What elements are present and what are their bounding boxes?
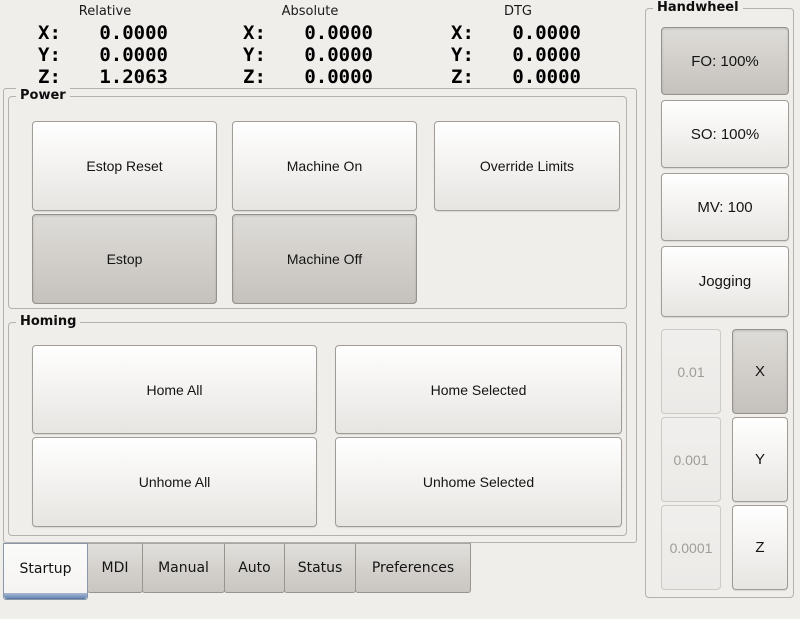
axis-z-button[interactable]: Z (732, 505, 788, 590)
machine-off-button[interactable]: Machine Off (232, 214, 417, 304)
tab-label: Preferences (372, 560, 454, 576)
dro-relative-z: Z: 1.2063 (30, 66, 180, 88)
unhome-all-button[interactable]: Unhome All (32, 437, 317, 527)
handwheel-group: Handwheel FO: 100% SO: 100% MV: 100 Jogg… (645, 8, 794, 598)
axis-value: 1.2063 (99, 66, 168, 88)
axis-label: Y: (38, 44, 61, 66)
cnc-control-window: Relative X: 0.0000 Y: 0.0000 Z: 1.2063 A… (0, 0, 800, 619)
notebook-tabbar: Startup MDI Manual Auto Status Preferenc… (3, 543, 471, 600)
estop-button[interactable]: Estop (32, 214, 217, 304)
dro-header-relative: Relative (30, 4, 180, 20)
power-group: Power Estop Reset Machine On Override Li… (8, 96, 627, 309)
tab-manual[interactable]: Manual (142, 543, 225, 593)
feed-override-button[interactable]: FO: 100% (661, 27, 789, 95)
tab-auto[interactable]: Auto (224, 543, 285, 593)
axis-label: X: (451, 22, 474, 44)
max-velocity-button[interactable]: MV: 100 (661, 173, 789, 241)
axis-value: 0.0000 (512, 44, 581, 66)
axis-label: X: (243, 22, 266, 44)
axis-value: 0.0000 (99, 44, 168, 66)
dro-dtg-x: X: 0.0000 (443, 22, 593, 44)
dro-absolute-y: Y: 0.0000 (235, 44, 385, 66)
axis-label: Y: (451, 44, 474, 66)
dro-column-absolute: Absolute X: 0.0000 Y: 0.0000 Z: 0.0000 (235, 4, 385, 88)
axis-value: 0.0000 (512, 66, 581, 88)
dro-dtg-y: Y: 0.0000 (443, 44, 593, 66)
tab-preferences[interactable]: Preferences (355, 543, 471, 593)
increment-0-001-button[interactable]: 0.001 (661, 417, 721, 502)
dro-absolute-x: X: 0.0000 (235, 22, 385, 44)
tab-label: Status (298, 560, 343, 576)
power-group-label: Power (16, 88, 70, 104)
axis-value: 0.0000 (99, 22, 168, 44)
axis-y-button[interactable]: Y (732, 417, 788, 502)
jogging-button[interactable]: Jogging (661, 246, 789, 317)
axis-label: Z: (451, 66, 474, 88)
tab-label: Startup (20, 561, 72, 577)
axis-value: 0.0000 (512, 22, 581, 44)
increment-0-01-button[interactable]: 0.01 (661, 329, 721, 414)
machine-on-button[interactable]: Machine On (232, 121, 417, 211)
axis-label: X: (38, 22, 61, 44)
dro-dtg-z: Z: 0.0000 (443, 66, 593, 88)
dro-header-absolute: Absolute (235, 4, 385, 20)
axis-value: 0.0000 (304, 22, 373, 44)
axis-label: Z: (38, 66, 61, 88)
dro-column-dtg: DTG X: 0.0000 Y: 0.0000 Z: 0.0000 (443, 4, 593, 88)
dro-absolute-z: Z: 0.0000 (235, 66, 385, 88)
tab-label: Manual (158, 560, 209, 576)
axis-label: Y: (243, 44, 266, 66)
homing-group: Homing Home All Home Selected Unhome All… (8, 322, 627, 536)
tab-mdi[interactable]: MDI (87, 543, 143, 593)
axis-label: Z: (243, 66, 266, 88)
tab-startup[interactable]: Startup (3, 543, 88, 600)
dro-header-dtg: DTG (443, 4, 593, 20)
tab-status[interactable]: Status (284, 543, 356, 593)
dro-relative-y: Y: 0.0000 (30, 44, 180, 66)
handwheel-group-label: Handwheel (653, 0, 743, 16)
homing-group-label: Homing (16, 314, 80, 330)
axis-x-button[interactable]: X (732, 329, 788, 414)
spindle-override-button[interactable]: SO: 100% (661, 100, 789, 168)
unhome-selected-button[interactable]: Unhome Selected (335, 437, 622, 527)
tab-label: Auto (238, 560, 271, 576)
increment-0-0001-button[interactable]: 0.0001 (661, 505, 721, 590)
dro-column-relative: Relative X: 0.0000 Y: 0.0000 Z: 1.2063 (30, 4, 180, 88)
estop-reset-button[interactable]: Estop Reset (32, 121, 217, 211)
home-all-button[interactable]: Home All (32, 345, 317, 434)
tab-label: MDI (102, 560, 129, 576)
axis-value: 0.0000 (304, 44, 373, 66)
axis-value: 0.0000 (304, 66, 373, 88)
dro-relative-x: X: 0.0000 (30, 22, 180, 44)
override-limits-button[interactable]: Override Limits (434, 121, 620, 211)
home-selected-button[interactable]: Home Selected (335, 345, 622, 434)
